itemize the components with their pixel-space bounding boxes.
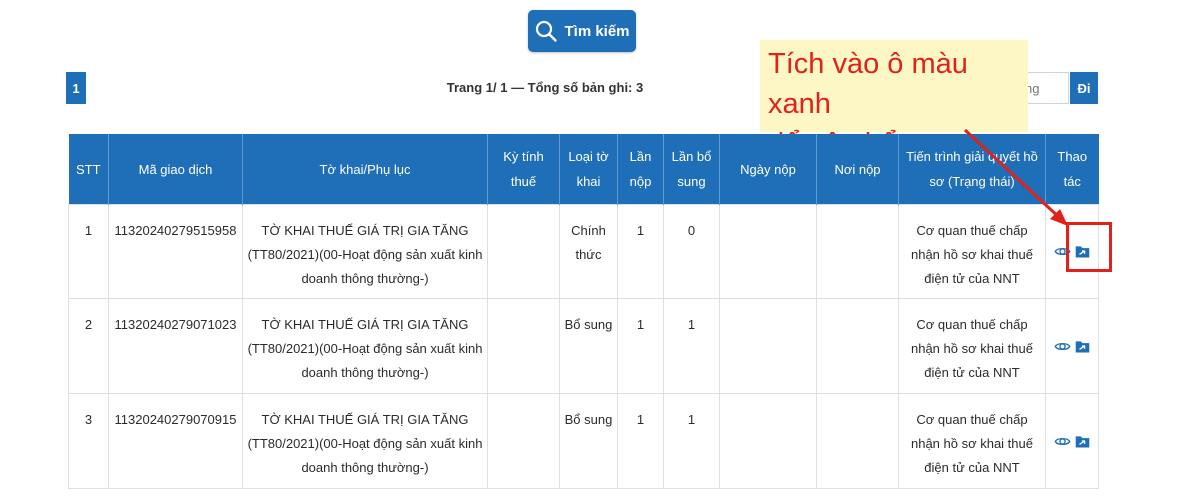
cell-noi-nop xyxy=(816,298,899,394)
header-thao-tac: Thao tác xyxy=(1045,134,1099,205)
search-button[interactable]: Tìm kiếm xyxy=(528,10,636,52)
cell-tien-trinh: Cơ quan thuế chấp nhận hồ sơ khai thuế đ… xyxy=(898,204,1046,299)
instruction-callout: Tích vào ô màu xanh để nộp bổ sung xyxy=(760,40,1028,160)
table-row: 3 11320240279070915 TỜ KHAI THUẾ GIÁ TRỊ… xyxy=(68,393,1099,489)
cell-tien-trinh: Cơ quan thuế chấp nhận hồ sơ khai thuế đ… xyxy=(898,298,1046,394)
table-header-row: STT Mã giao dịch Tờ khai/Phụ lục Kỳ tính… xyxy=(68,134,1099,205)
cell-ky-tinh-thue xyxy=(487,298,560,394)
folder-upload-icon[interactable] xyxy=(1074,338,1091,355)
cell-ma-giao-dich: 11320240279070915 xyxy=(108,393,243,489)
cell-to-khai: TỜ KHAI THUẾ GIÁ TRỊ GIA TĂNG (TT80/2021… xyxy=(242,393,488,489)
table-row: 1 11320240279515958 TỜ KHAI THUẾ GIÁ TRỊ… xyxy=(68,204,1099,299)
cell-ky-tinh-thue xyxy=(487,204,560,299)
cell-lan-bo-sung: 0 xyxy=(663,204,720,299)
header-ngay-nop: Ngày nộp xyxy=(719,134,817,205)
search-icon xyxy=(536,20,558,42)
cell-stt: 2 xyxy=(68,298,109,394)
cell-noi-nop xyxy=(816,204,899,299)
cell-actions xyxy=(1045,298,1099,394)
header-lan-bo-sung: Lần bổ sung xyxy=(663,134,720,205)
cell-stt: 1 xyxy=(68,204,109,299)
cell-tien-trinh: Cơ quan thuế chấp nhận hồ sơ khai thuế đ… xyxy=(898,393,1046,489)
header-to-khai: Tờ khai/Phụ lục xyxy=(242,134,488,205)
cell-ma-giao-dich: 11320240279515958 xyxy=(108,204,243,299)
header-ma-giao-dich: Mã giao dịch xyxy=(108,134,243,205)
header-lan-nop: Lần nộp xyxy=(617,134,664,205)
table-row: 2 11320240279071023 TỜ KHAI THUẾ GIÁ TRỊ… xyxy=(68,298,1099,394)
submission-table: STT Mã giao dịch Tờ khai/Phụ lục Kỳ tính… xyxy=(68,134,1099,489)
cell-to-khai: TỜ KHAI THUẾ GIÁ TRỊ GIA TĂNG (TT80/2021… xyxy=(242,204,488,299)
folder-upload-icon[interactable] xyxy=(1074,433,1091,450)
cell-ky-tinh-thue xyxy=(487,393,560,489)
header-noi-nop: Nơi nộp xyxy=(816,134,899,205)
cell-loai-to-khai: Chính thức xyxy=(559,204,618,299)
header-stt: STT xyxy=(68,134,109,205)
eye-icon[interactable] xyxy=(1053,338,1071,355)
highlight-box xyxy=(1066,222,1112,272)
cell-ngay-nop xyxy=(719,298,817,394)
cell-lan-bo-sung: 1 xyxy=(663,298,720,394)
page-number-button[interactable]: 1 xyxy=(66,72,86,104)
cell-noi-nop xyxy=(816,393,899,489)
header-tien-trinh: Tiến trình giải quyết hồ sơ (Trạng thái) xyxy=(898,134,1046,205)
pagination-info: Trang 1/ 1 — Tổng số bản ghi: 3 xyxy=(446,80,644,95)
header-ky-tinh-thue: Kỳ tính thuế xyxy=(487,134,560,205)
cell-actions xyxy=(1045,393,1099,489)
cell-stt: 3 xyxy=(68,393,109,489)
search-button-label: Tìm kiếm xyxy=(564,22,630,40)
cell-ngay-nop xyxy=(719,393,817,489)
header-loai-to-khai: Loại tờ khai xyxy=(559,134,618,205)
cell-lan-nop: 1 xyxy=(617,393,664,489)
eye-icon[interactable] xyxy=(1053,433,1071,450)
cell-to-khai: TỜ KHAI THUẾ GIÁ TRỊ GIA TĂNG (TT80/2021… xyxy=(242,298,488,394)
cell-lan-nop: 1 xyxy=(617,204,664,299)
cell-lan-bo-sung: 1 xyxy=(663,393,720,489)
go-button[interactable]: Đi xyxy=(1070,72,1098,104)
cell-lan-nop: 1 xyxy=(617,298,664,394)
callout-line-1: Tích vào ô màu xanh xyxy=(768,48,968,120)
cell-loai-to-khai: Bổ sung xyxy=(559,393,618,489)
cell-ngay-nop xyxy=(719,204,817,299)
cell-ma-giao-dich: 11320240279071023 xyxy=(108,298,243,394)
cell-loai-to-khai: Bổ sung xyxy=(559,298,618,394)
